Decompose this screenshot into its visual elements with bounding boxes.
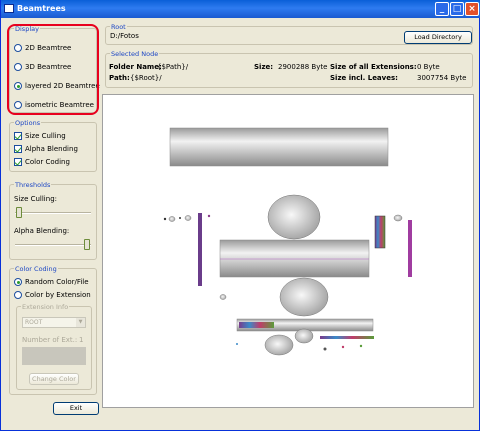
leaf-dot [207, 214, 211, 218]
checkbox-icon [14, 145, 22, 153]
size-culling-slider-track[interactable] [15, 212, 91, 214]
node-disc[interactable] [264, 334, 294, 356]
radio-color-by-extension[interactable]: Color by Extension [14, 290, 91, 300]
radio-icon [14, 291, 22, 299]
color-coding-group-title: Color Coding [14, 265, 58, 273]
extension-info-title: Extension Info [21, 303, 70, 311]
alpha-blending-slider-thumb[interactable] [84, 239, 90, 250]
thresholds-group: Thresholds Size Culling: Alpha Blending: [9, 181, 97, 260]
checkbox-icon [14, 158, 22, 166]
side-beam[interactable] [198, 213, 202, 286]
checkbox-size-culling[interactable]: Size Culling [14, 131, 66, 141]
size-all-ext-value: 0 Byte [417, 63, 440, 71]
app-icon [4, 4, 14, 13]
extension-select[interactable]: ROOT ▼ [22, 317, 86, 328]
side-beam[interactable] [374, 215, 386, 249]
folder-name-value: {$Path}/ [157, 63, 189, 71]
leaf-stack [320, 336, 374, 339]
root-path: D:/Fotos [110, 32, 139, 40]
extension-info-group: Extension Info ROOT ▼ Number of Ext.: 1 C… [16, 303, 92, 390]
leaf-dot [341, 345, 345, 349]
maximize-icon: □ [452, 4, 462, 14]
number-of-ext-label: Number of Ext.: [22, 336, 78, 344]
beam-level-2[interactable] [219, 239, 370, 278]
leaf-dot [359, 344, 363, 348]
minimize-icon: _ [439, 4, 445, 14]
leaf-dot [163, 217, 167, 221]
node-disc[interactable] [294, 328, 314, 344]
color-swatch [22, 347, 86, 365]
folder-name-label: Folder Name: [109, 63, 162, 71]
load-directory-button[interactable]: Load Directory [404, 31, 472, 44]
checkbox-icon [14, 132, 22, 140]
node-disc[interactable] [393, 214, 403, 222]
node-disc[interactable] [279, 277, 329, 317]
size-incl-leaves-label: Size incl. Leaves: [330, 74, 398, 82]
node-disc[interactable] [219, 294, 227, 300]
main-window: Beamtrees _ □ × Display 2D Beamtree 3D B… [0, 0, 480, 431]
size-culling-label: Size Culling: [14, 195, 57, 203]
beamtree-canvas[interactable] [102, 94, 474, 408]
close-icon: × [468, 4, 476, 14]
minimize-button[interactable]: _ [435, 2, 449, 16]
options-group-title: Options [14, 119, 42, 127]
change-color-button[interactable]: Change Color [29, 373, 79, 385]
alpha-blending-label: Alpha Blending: [14, 227, 70, 235]
checkbox-color-coding[interactable]: Color Coding [14, 157, 70, 167]
window-title: Beamtrees [17, 4, 66, 13]
path-value: {$Root}/ [130, 74, 162, 82]
chevron-down-icon: ▼ [76, 318, 85, 327]
size-all-ext-label: Size of all Extensions: [330, 63, 417, 71]
root-group-title: Root [110, 23, 127, 31]
radio-label: Random Color/File [25, 278, 89, 286]
size-label: Size: [254, 63, 274, 71]
leaf-dot [179, 217, 181, 219]
checkbox-label: Alpha Blending [25, 145, 78, 153]
maximize-button[interactable]: □ [450, 2, 464, 16]
title-bar[interactable]: Beamtrees _ □ × [1, 0, 480, 18]
radio-selected-icon [14, 278, 22, 286]
extension-select-value: ROOT [25, 319, 43, 326]
size-culling-slider-thumb[interactable] [16, 207, 22, 218]
path-label: Path: [109, 74, 130, 82]
exit-button[interactable]: Exit [53, 402, 99, 415]
beamtree-visualization[interactable] [103, 95, 475, 409]
size-incl-leaves-value: 3007754 Byte [417, 74, 467, 82]
highlight-annotation [7, 24, 99, 115]
number-of-ext-value: 1 [79, 336, 84, 344]
options-group: Options Size Culling Alpha Blending Colo… [9, 119, 97, 172]
checkbox-alpha-blending[interactable]: Alpha Blending [14, 144, 78, 154]
radio-label: Color by Extension [25, 291, 91, 299]
leaf-dot [236, 343, 238, 345]
size-value: 2900288 Byte [278, 63, 328, 71]
selected-node-group: Selected Node Folder Name: {$Path}/ Path… [105, 50, 473, 88]
side-beam[interactable] [408, 220, 412, 277]
checkbox-label: Color Coding [25, 158, 70, 166]
thresholds-group-title: Thresholds [14, 181, 52, 189]
checkbox-label: Size Culling [25, 132, 66, 140]
node-disc[interactable] [184, 215, 192, 221]
alpha-blending-slider-track[interactable] [15, 244, 91, 246]
leaf-dot [323, 347, 327, 351]
radio-random-color[interactable]: Random Color/File [14, 277, 89, 287]
beam-root[interactable] [169, 127, 389, 167]
leaf-stack[interactable] [239, 322, 274, 328]
node-disc[interactable] [168, 216, 176, 222]
close-button[interactable]: × [465, 2, 479, 16]
selected-node-group-title: Selected Node [110, 50, 160, 58]
node-disc[interactable] [267, 194, 321, 240]
color-coding-group: Color Coding Random Color/File Color by … [9, 265, 97, 395]
